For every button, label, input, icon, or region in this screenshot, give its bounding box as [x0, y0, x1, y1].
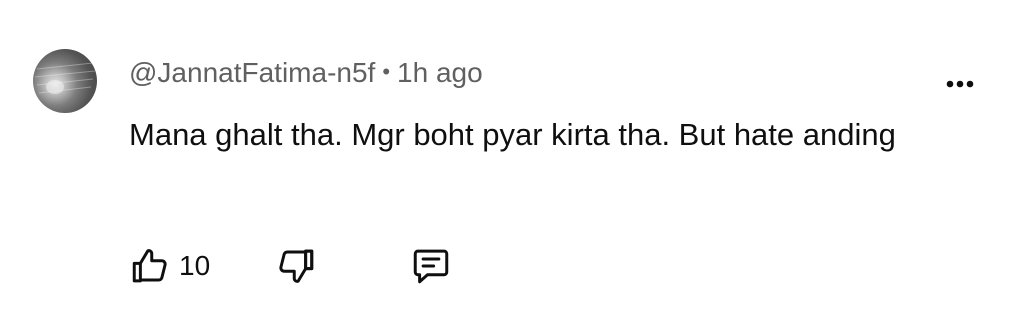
comment-text: Mana ghalt tha. Mgr boht pyar kirta tha.…	[129, 117, 896, 152]
thumbs-up-icon	[132, 249, 167, 283]
like-count: 10	[179, 250, 211, 281]
reply-comment-icon	[413, 249, 449, 284]
comment-actions: 10	[129, 244, 489, 292]
comment-time[interactable]: 1h ago	[397, 57, 483, 88]
avatar[interactable]	[33, 49, 97, 113]
reply-button[interactable]	[409, 244, 453, 288]
avatar-image	[34, 62, 96, 94]
dislike-button[interactable]	[275, 244, 317, 288]
like-button[interactable]: 10	[129, 244, 210, 288]
more-vertical-dots-icon	[946, 80, 974, 88]
more-options-button[interactable]	[936, 68, 984, 100]
author-name[interactable]: @JannatFatima-n5f	[129, 57, 375, 88]
comment-item: @JannatFatima-n5f • 1h ago Mana ghalt tha.…	[0, 0, 1024, 323]
comment-meta: @JannatFatima-n5f • 1h ago	[129, 54, 483, 94]
meta-separator: •	[382, 59, 391, 84]
thumbs-down-icon	[279, 249, 314, 283]
